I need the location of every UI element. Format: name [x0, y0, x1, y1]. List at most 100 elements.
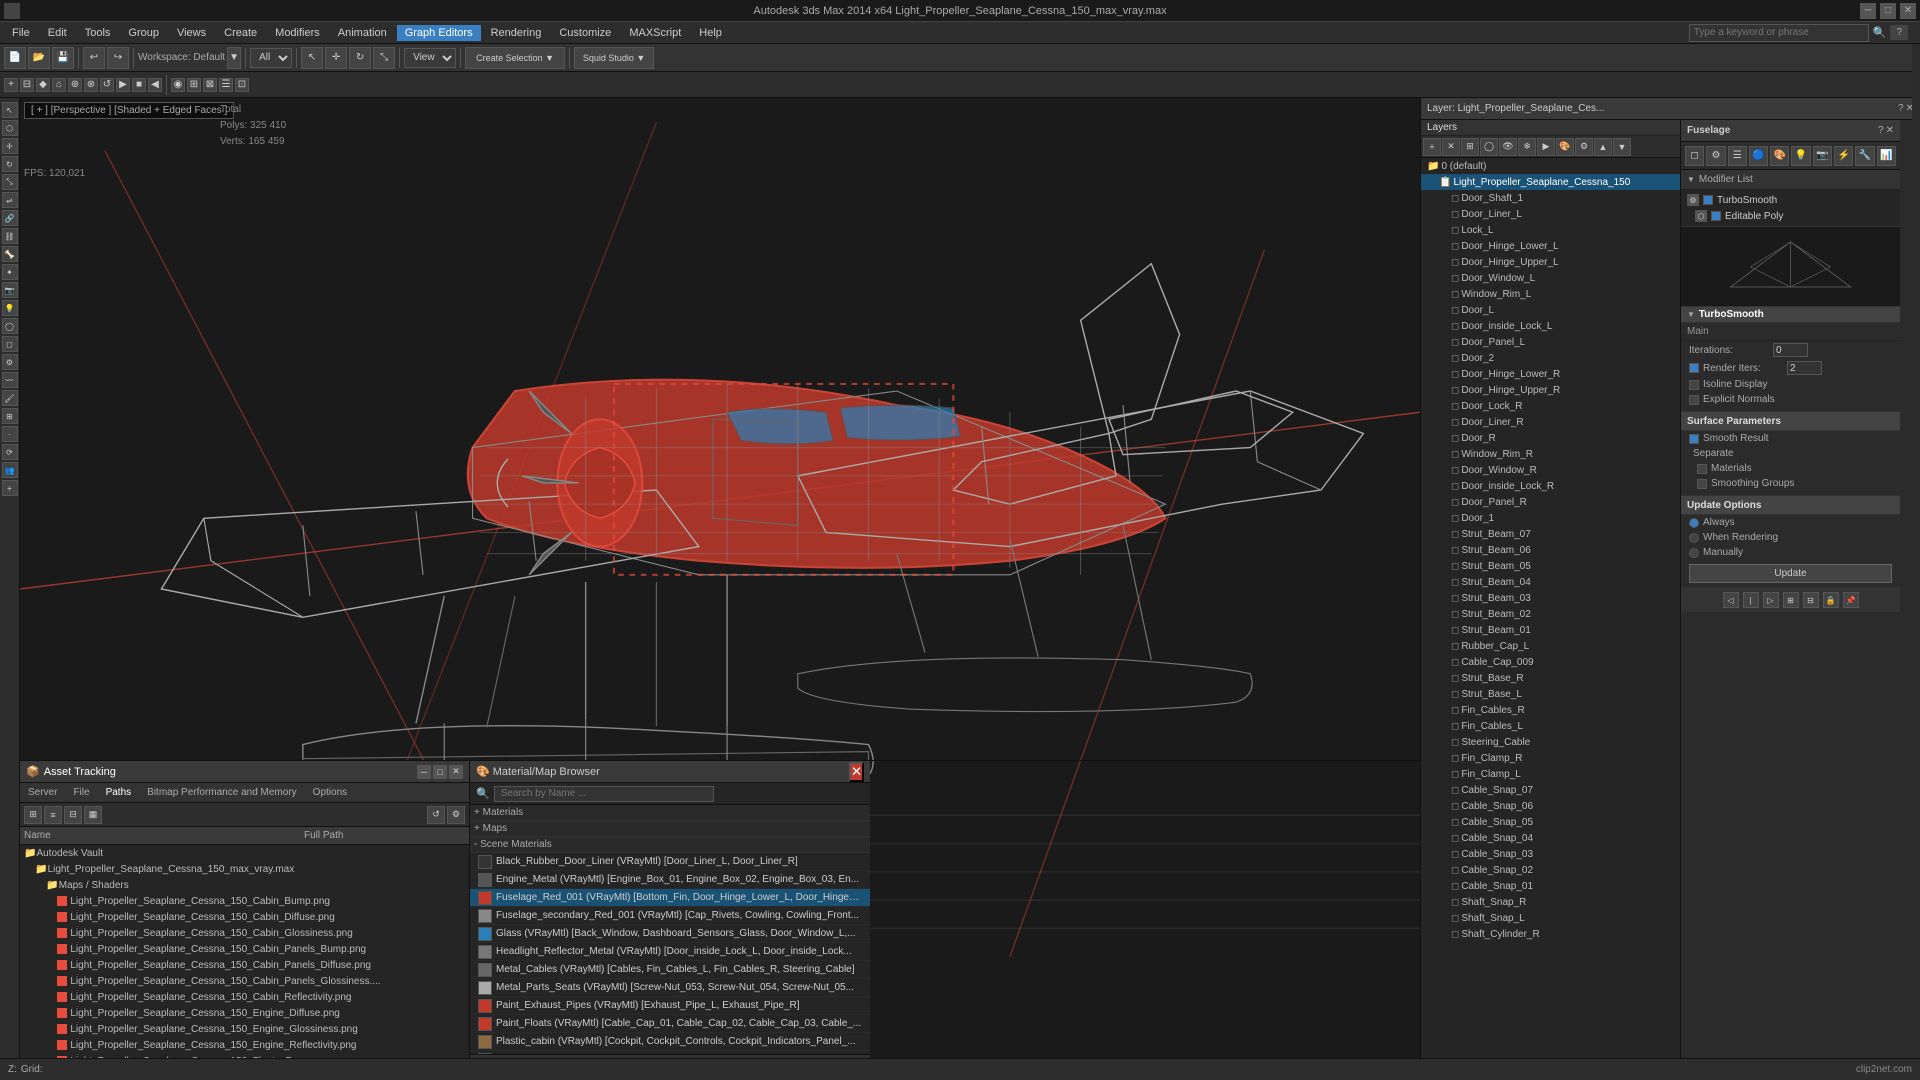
layer-down-btn[interactable]: ▼	[1613, 138, 1631, 156]
asset-refresh-btn[interactable]: ↺	[427, 806, 445, 824]
view-select[interactable]: View	[404, 48, 456, 68]
redo-btn[interactable]: ↪	[107, 47, 129, 69]
tb2-btn13[interactable]: ⊠	[203, 78, 217, 92]
layer-item[interactable]: 📁 0 (default)	[1421, 158, 1680, 174]
asset-btn3[interactable]: ⊟	[64, 806, 82, 824]
move-btn[interactable]: ✛	[325, 47, 347, 69]
asset-btn4[interactable]: ▦	[84, 806, 102, 824]
rotate-btn[interactable]: ↻	[349, 47, 371, 69]
create-sel-btn[interactable]: Create Selection ▼	[465, 47, 565, 69]
prop-icon1[interactable]: ◻	[1685, 146, 1704, 166]
tb2-btn6[interactable]: ⊗	[84, 78, 98, 92]
lt-extra[interactable]: +	[2, 480, 18, 496]
isoline-checkbox[interactable]	[1689, 380, 1699, 390]
lt-select[interactable]: ↖	[2, 102, 18, 118]
editable-poly-modifier[interactable]: ⬡ Editable Poly	[1687, 208, 1894, 224]
lt-move[interactable]: ✛	[2, 138, 18, 154]
layer-item[interactable]: ◻ Cable_Snap_02	[1421, 862, 1680, 878]
asset-tree-item[interactable]: Light_Propeller_Seaplane_Cessna_150_Engi…	[20, 1021, 469, 1037]
asset-tree-item[interactable]: Light_Propeller_Seaplane_Cessna_150_Cabi…	[20, 925, 469, 941]
material-row[interactable]: Metal_Cables (VRayMtl) [Cables, Fin_Cabl…	[470, 961, 870, 979]
prop-bot-icon7[interactable]: 📌	[1843, 592, 1859, 608]
asset-tree-item[interactable]: Light_Propeller_Seaplane_Cessna_150_Cabi…	[20, 893, 469, 909]
layer-item[interactable]: ◻ Cable_Snap_03	[1421, 846, 1680, 862]
lt-dynamics[interactable]: ⟳	[2, 444, 18, 460]
layer-item[interactable]: ◻ Strut_Beam_03	[1421, 590, 1680, 606]
lt-rotate[interactable]: ↻	[2, 156, 18, 172]
prop-help-icon[interactable]: ?	[1878, 125, 1884, 136]
layer-item[interactable]: ◻ Fin_Clamp_L	[1421, 766, 1680, 782]
layer-settings-btn[interactable]: ⚙	[1575, 138, 1593, 156]
manually-radio[interactable]	[1689, 548, 1699, 558]
menu-views[interactable]: Views	[169, 25, 214, 41]
layer-item[interactable]: ◻ Door_1	[1421, 510, 1680, 526]
prop-icon5[interactable]: 🎨	[1770, 146, 1789, 166]
prop-icon9[interactable]: 🔧	[1855, 146, 1874, 166]
tb2-btn7[interactable]: ↺	[100, 78, 114, 92]
layer-item[interactable]: ◻ Door_Window_R	[1421, 462, 1680, 478]
tb2-btn5[interactable]: ⊕	[68, 78, 82, 92]
prop-icon4[interactable]: 🔵	[1749, 146, 1768, 166]
materials-checkbox[interactable]	[1697, 464, 1707, 474]
help-icon-layers[interactable]: ?	[1898, 103, 1904, 114]
layer-item[interactable]: ◻ Door_inside_Lock_R	[1421, 478, 1680, 494]
prop-icon10[interactable]: 📊	[1877, 146, 1896, 166]
tb2-btn3[interactable]: ◆	[36, 78, 50, 92]
tb2-btn15[interactable]: ⊡	[235, 78, 249, 92]
material-row[interactable]: Engine_Metal (VRayMtl) [Engine_Box_01, E…	[470, 871, 870, 889]
material-row[interactable]: Fuselage_secondary_Red_001 (VRayMtl) [Ca…	[470, 907, 870, 925]
prop-bot-icon6[interactable]: 🔒	[1823, 592, 1839, 608]
layer-item[interactable]: ◻ Strut_Beam_04	[1421, 574, 1680, 590]
lt-camera[interactable]: 📷	[2, 282, 18, 298]
menu-edit[interactable]: Edit	[40, 25, 75, 41]
layer-item[interactable]: ◻ Strut_Beam_06	[1421, 542, 1680, 558]
prop-icon2[interactable]: ⚙	[1706, 146, 1725, 166]
menu-group[interactable]: Group	[120, 25, 167, 41]
tab-server[interactable]: Server	[24, 785, 61, 800]
layer-item[interactable]: ◻ Cable_Snap_06	[1421, 798, 1680, 814]
asset-tree-item[interactable]: Light_Propeller_Seaplane_Cessna_150_Engi…	[20, 1005, 469, 1021]
layer-item[interactable]: ◻ Cable_Snap_04	[1421, 830, 1680, 846]
open-btn[interactable]: 📂	[28, 47, 50, 69]
tb2-btn1[interactable]: +	[4, 78, 18, 92]
layer-item[interactable]: ◻ Door_Hinge_Upper_L	[1421, 254, 1680, 270]
lt-spacewarp[interactable]: 〰	[2, 372, 18, 388]
viewport[interactable]: [ + ] [Perspective ] [Shaded + Edged Fac…	[20, 98, 1420, 1080]
prop-bot-icon5[interactable]: ⊟	[1803, 592, 1819, 608]
material-row[interactable]: Fuselage_Red_001 (VRayMtl) [Bottom_Fin, …	[470, 889, 870, 907]
tb2-btn14[interactable]: ☰	[219, 78, 233, 92]
save-btn[interactable]: 💾	[52, 47, 74, 69]
tab-file[interactable]: File	[69, 785, 93, 800]
help-icon[interactable]: ?	[1890, 25, 1908, 40]
iterations-input[interactable]	[1773, 343, 1808, 357]
lt-mirror[interactable]: ⇌	[2, 192, 18, 208]
material-row[interactable]: Paint_Floats (VRayMtl) [Cable_Cap_01, Ca…	[470, 1015, 870, 1033]
asset-settings-btn[interactable]: ⚙	[447, 806, 465, 824]
menu-customize[interactable]: Customize	[551, 25, 619, 41]
when-rendering-radio[interactable]	[1689, 533, 1699, 543]
layer-item[interactable]: ◻ Fin_Cables_L	[1421, 718, 1680, 734]
render-iters-input[interactable]	[1787, 361, 1822, 375]
tb2-btn8[interactable]: ▶	[116, 78, 130, 92]
layer-item[interactable]: ◻ Door_Hinge_Lower_L	[1421, 238, 1680, 254]
lt-geometry[interactable]: ◻	[2, 336, 18, 352]
prop-icon7[interactable]: 📷	[1813, 146, 1832, 166]
select-filter[interactable]: All	[250, 48, 292, 68]
layer-item[interactable]: ◻ Door_R	[1421, 430, 1680, 446]
lt-light[interactable]: 💡	[2, 300, 18, 316]
layer-item[interactable]: ◻ Window_Rim_L	[1421, 286, 1680, 302]
layer-item[interactable]: ◻ Door_2	[1421, 350, 1680, 366]
layer-item[interactable]: ◻ Door_Liner_L	[1421, 206, 1680, 222]
layer-add-btn[interactable]: +	[1423, 138, 1441, 156]
layer-item[interactable]: 📋 Light_Propeller_Seaplane_Cessna_150	[1421, 174, 1680, 190]
smoothing-groups-checkbox[interactable]	[1697, 479, 1707, 489]
layer-freeze-btn[interactable]: ❄	[1518, 138, 1536, 156]
menu-maxscript[interactable]: MAXScript	[621, 25, 689, 41]
layer-item[interactable]: ◻ Door_L	[1421, 302, 1680, 318]
tab-bitmap[interactable]: Bitmap Performance and Memory	[143, 785, 301, 800]
materials-section[interactable]: + Materials	[470, 805, 870, 821]
asset-minimize-btn[interactable]: ─	[417, 765, 431, 779]
lt-particles[interactable]: ·	[2, 426, 18, 442]
layer-item[interactable]: ◻ Window_Rim_R	[1421, 446, 1680, 462]
lt-population[interactable]: 👥	[2, 462, 18, 478]
